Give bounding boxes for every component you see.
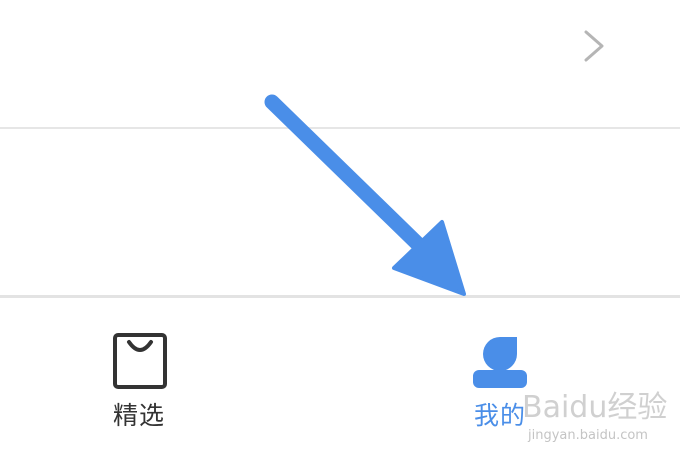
tab-featured[interactable]: 精选 [40, 298, 240, 460]
app-screen: 精选 我的 Baidu经验 jingyan.baidu.com [0, 0, 680, 460]
list-item[interactable] [0, 129, 680, 358]
watermark-text: Baidu经验 [522, 390, 668, 425]
watermark-logo: Baidu经验 jingyan.baidu.com [522, 388, 672, 452]
shopping-bag-icon [113, 333, 167, 389]
watermark-url: jingyan.baidu.com [528, 428, 648, 443]
tab-mine-label: 我的 [474, 401, 527, 430]
chevron-right-icon [584, 30, 604, 62]
tab-featured-label: 精选 [113, 401, 166, 430]
list-item[interactable] [0, 0, 680, 128]
profile-icon [473, 337, 527, 388]
